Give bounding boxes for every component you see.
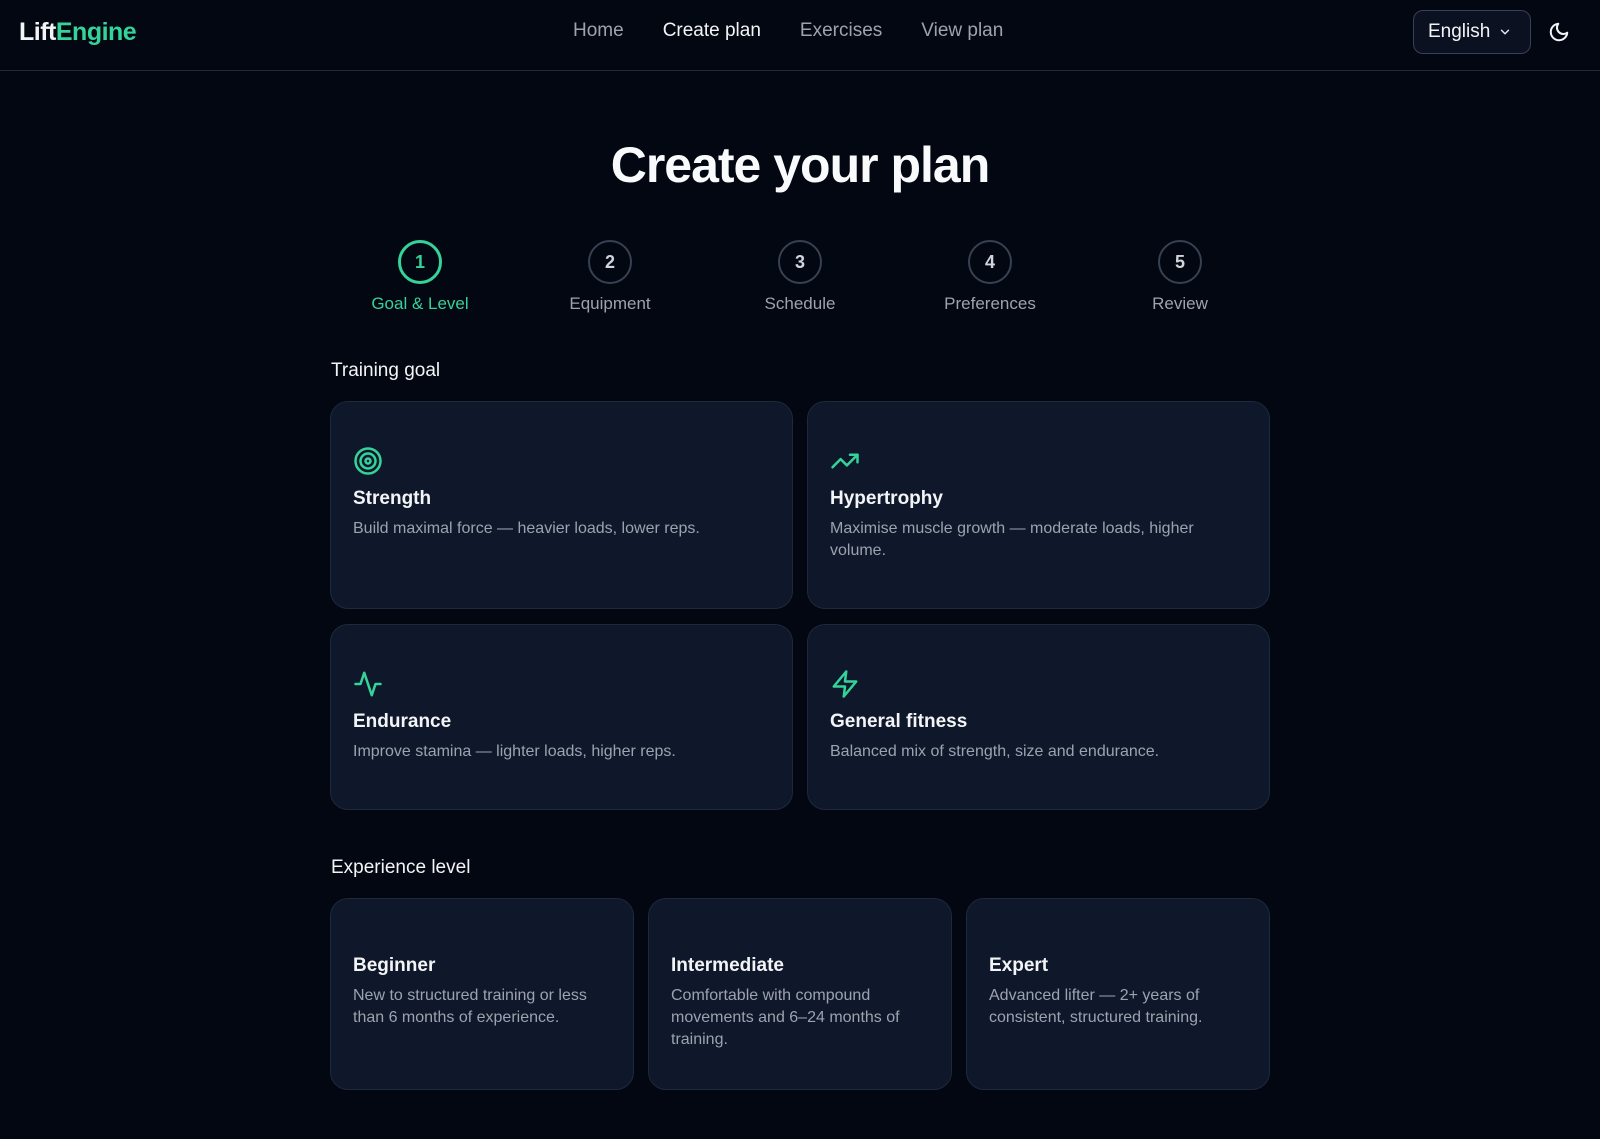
step-label: Goal & Level [371,294,469,313]
main-nav: Home Create plan Exercises View plan [573,20,1042,42]
goal-option-title: Hypertrophy [830,488,943,509]
language-select-value: English [1428,21,1491,42]
step-number: 5 [1158,240,1202,284]
trending-up-icon [831,453,859,469]
level-option-title: Intermediate [671,955,784,976]
level-option-beginner[interactable]: Beginner New to structured training or l… [330,898,634,1090]
zap-icon [832,670,858,698]
level-option-description: Comfortable with compound movements and … [671,987,900,1048]
goal-option-description: Build maximal force — heavier loads, low… [353,520,700,537]
goal-option-endurance[interactable]: Endurance Improve stamina — lighter load… [330,624,793,810]
chevron-down-icon [1501,29,1510,35]
step-number: 4 [968,240,1012,284]
step-number: 3 [778,240,822,284]
step-number: 2 [588,240,632,284]
target-icon [354,447,382,475]
moon-icon [1549,22,1569,42]
goal-option-title: Endurance [353,711,452,732]
goal-option-strength[interactable]: Strength Build maximal force — heavier l… [330,401,793,609]
brand-logo-part1: Lift [19,18,56,46]
level-option-title: Expert [989,955,1049,976]
level-option-title: Beginner [353,955,436,976]
step-label: Equipment [569,294,651,313]
training-goal-label: Training goal [331,360,441,381]
step-label: Schedule [764,294,836,313]
experience-level-label: Experience level [331,857,471,878]
step-label: Review [1152,294,1208,313]
page-title: Create your plan [610,137,991,193]
nav-view-plan[interactable]: View plan [921,20,1003,42]
nav-create-plan[interactable]: Create plan [663,20,761,42]
language-select[interactable]: English [1413,10,1531,54]
level-option-intermediate[interactable]: Intermediate Comfortable with compound m… [648,898,952,1090]
level-option-description: New to structured training or less than … [353,987,587,1026]
theme-toggle-button[interactable] [1545,18,1573,46]
activity-icon [354,671,382,697]
nav-exercises[interactable]: Exercises [800,20,882,42]
brand-logo-part2: Engine [55,18,137,46]
goal-option-description: Improve stamina — lighter loads, higher … [353,743,676,760]
step-label: Preferences [944,294,1036,313]
goal-option-title: General fitness [830,711,968,732]
step-number: 1 [398,240,442,284]
goal-option-title: Strength [353,488,432,509]
goal-option-hypertrophy[interactable]: Hypertrophy Maximise muscle growth — mod… [807,401,1270,609]
nav-home[interactable]: Home [573,20,624,42]
level-option-expert[interactable]: Expert Advanced lifter — 2+ years of con… [966,898,1270,1090]
step-review[interactable]: 5 Review [1100,240,1260,314]
brand-logo[interactable]: LiftEngine [19,18,137,47]
goal-option-description: Maximise muscle growth — moderate loads,… [830,520,1194,559]
goal-option-description: Balanced mix of strength, size and endur… [830,743,1160,760]
step-schedule[interactable]: 3 Schedule [720,240,880,314]
level-option-description: Advanced lifter — 2+ years of consistent… [989,987,1203,1026]
goal-option-general-fitness[interactable]: General fitness Balanced mix of strength… [807,624,1270,810]
step-equipment[interactable]: 2 Equipment [530,240,690,314]
step-preferences[interactable]: 4 Preferences [910,240,1070,314]
top-nav-bar: LiftEngine Home Create plan Exercises Vi… [0,0,1600,71]
step-goal-level[interactable]: 1 Goal & Level [340,240,500,314]
